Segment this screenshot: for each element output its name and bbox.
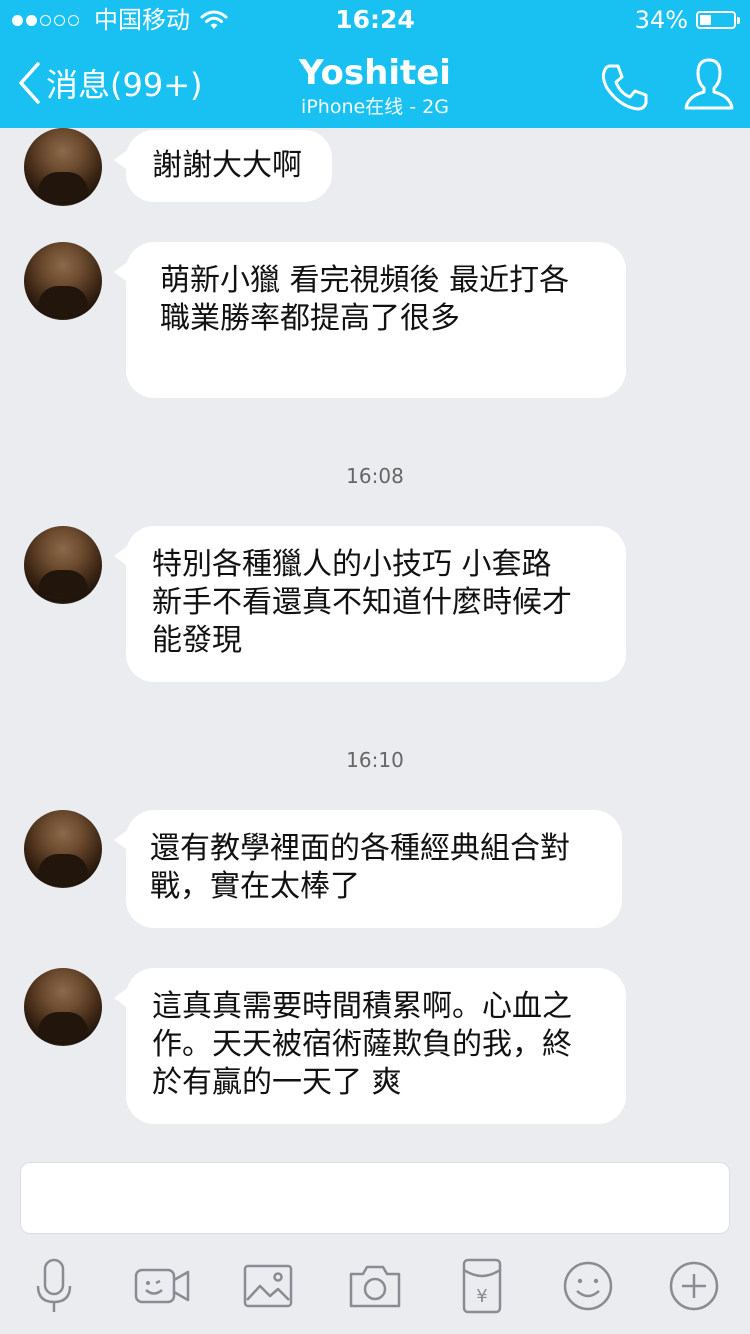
back-label: 消息(99+) bbox=[46, 66, 203, 104]
contact-name: Yoshitei bbox=[299, 53, 451, 93]
phone-icon bbox=[601, 64, 648, 111]
battery-percent: 34% bbox=[634, 6, 688, 34]
phone-call-button[interactable] bbox=[598, 60, 652, 114]
red-packet-button[interactable]: ¥ bbox=[452, 1256, 512, 1316]
message-bubble[interactable]: 謝謝大大啊 bbox=[114, 130, 332, 202]
status-bar: 中国移动 16:24 34% bbox=[0, 0, 750, 40]
nav-header: 中国移动 16:24 34% 消息(99+) Yoshitei iPhone在线… bbox=[0, 0, 750, 128]
message-input[interactable] bbox=[20, 1162, 730, 1234]
contact-avatar[interactable] bbox=[24, 128, 102, 206]
yen-symbol: ¥ bbox=[476, 1286, 487, 1307]
battery-icon bbox=[696, 11, 740, 29]
more-button[interactable] bbox=[664, 1256, 724, 1316]
timestamp: 16:10 bbox=[346, 748, 404, 772]
message-text: 特別各種獵人的小技巧 小套路 bbox=[152, 547, 552, 582]
camera-button[interactable] bbox=[345, 1256, 405, 1316]
message-text: 於有贏的一天了 爽 bbox=[152, 1065, 402, 1100]
person-icon bbox=[684, 58, 734, 110]
plus-icon bbox=[669, 1261, 719, 1311]
video-call-icon bbox=[134, 1268, 190, 1304]
emoji-button[interactable] bbox=[558, 1256, 618, 1316]
back-button[interactable]: 消息(99+) bbox=[16, 58, 203, 108]
chat-message-list[interactable]: 謝謝大大啊 萌新小獵 看完視頻後 最近打各 職業勝率都提高了很多 16:08 特… bbox=[0, 128, 750, 1150]
input-toolbar: ¥ bbox=[0, 1246, 750, 1334]
chevron-left-icon bbox=[19, 62, 40, 104]
voice-button[interactable] bbox=[24, 1256, 84, 1316]
message-bubble[interactable]: 這真真需要時間積累啊。心血之 作。天天被宿術薩欺負的我，終 於有贏的一天了 爽 bbox=[114, 968, 626, 1124]
message-text: 謝謝大大啊 bbox=[152, 148, 302, 183]
message-text: 還有教學裡面的各種經典組合對 bbox=[150, 831, 570, 866]
contact-avatar[interactable] bbox=[24, 526, 102, 604]
message-bubble[interactable]: 特別各種獵人的小技巧 小套路 新手不看還真不知道什麼時候才 能發現 bbox=[114, 526, 626, 682]
video-call-button[interactable] bbox=[132, 1256, 192, 1316]
camera-icon bbox=[349, 1265, 401, 1308]
message-text: 戰，實在太棒了 bbox=[150, 869, 360, 904]
message-text: 能發現 bbox=[152, 623, 242, 658]
message-bubble[interactable]: 萌新小獵 看完視頻後 最近打各 職業勝率都提高了很多 bbox=[114, 242, 626, 398]
chat-title-area: Yoshitei iPhone在线 - 2G bbox=[200, 52, 550, 120]
contact-status: iPhone在线 - 2G bbox=[301, 96, 449, 118]
message-text: 職業勝率都提高了很多 bbox=[160, 301, 460, 336]
image-button[interactable] bbox=[238, 1256, 298, 1316]
message-text: 新手不看還真不知道什麼時候才 bbox=[152, 585, 572, 620]
red-packet-icon: ¥ bbox=[462, 1258, 502, 1314]
message-text: 這真真需要時間積累啊。心血之 bbox=[152, 989, 572, 1024]
contact-avatar[interactable] bbox=[24, 810, 102, 888]
microphone-icon bbox=[36, 1258, 72, 1312]
message-text: 作。天天被宿術薩欺負的我，終 bbox=[152, 1027, 572, 1062]
emoji-icon bbox=[563, 1261, 613, 1311]
contact-profile-button[interactable] bbox=[682, 56, 736, 114]
contact-avatar[interactable] bbox=[24, 242, 102, 320]
contact-avatar[interactable] bbox=[24, 968, 102, 1046]
image-icon bbox=[243, 1264, 293, 1308]
message-text: 萌新小獵 看完視頻後 最近打各 bbox=[160, 263, 570, 298]
timestamp: 16:08 bbox=[346, 464, 404, 488]
message-bubble[interactable]: 還有教學裡面的各種經典組合對 戰，實在太棒了 bbox=[114, 810, 622, 928]
